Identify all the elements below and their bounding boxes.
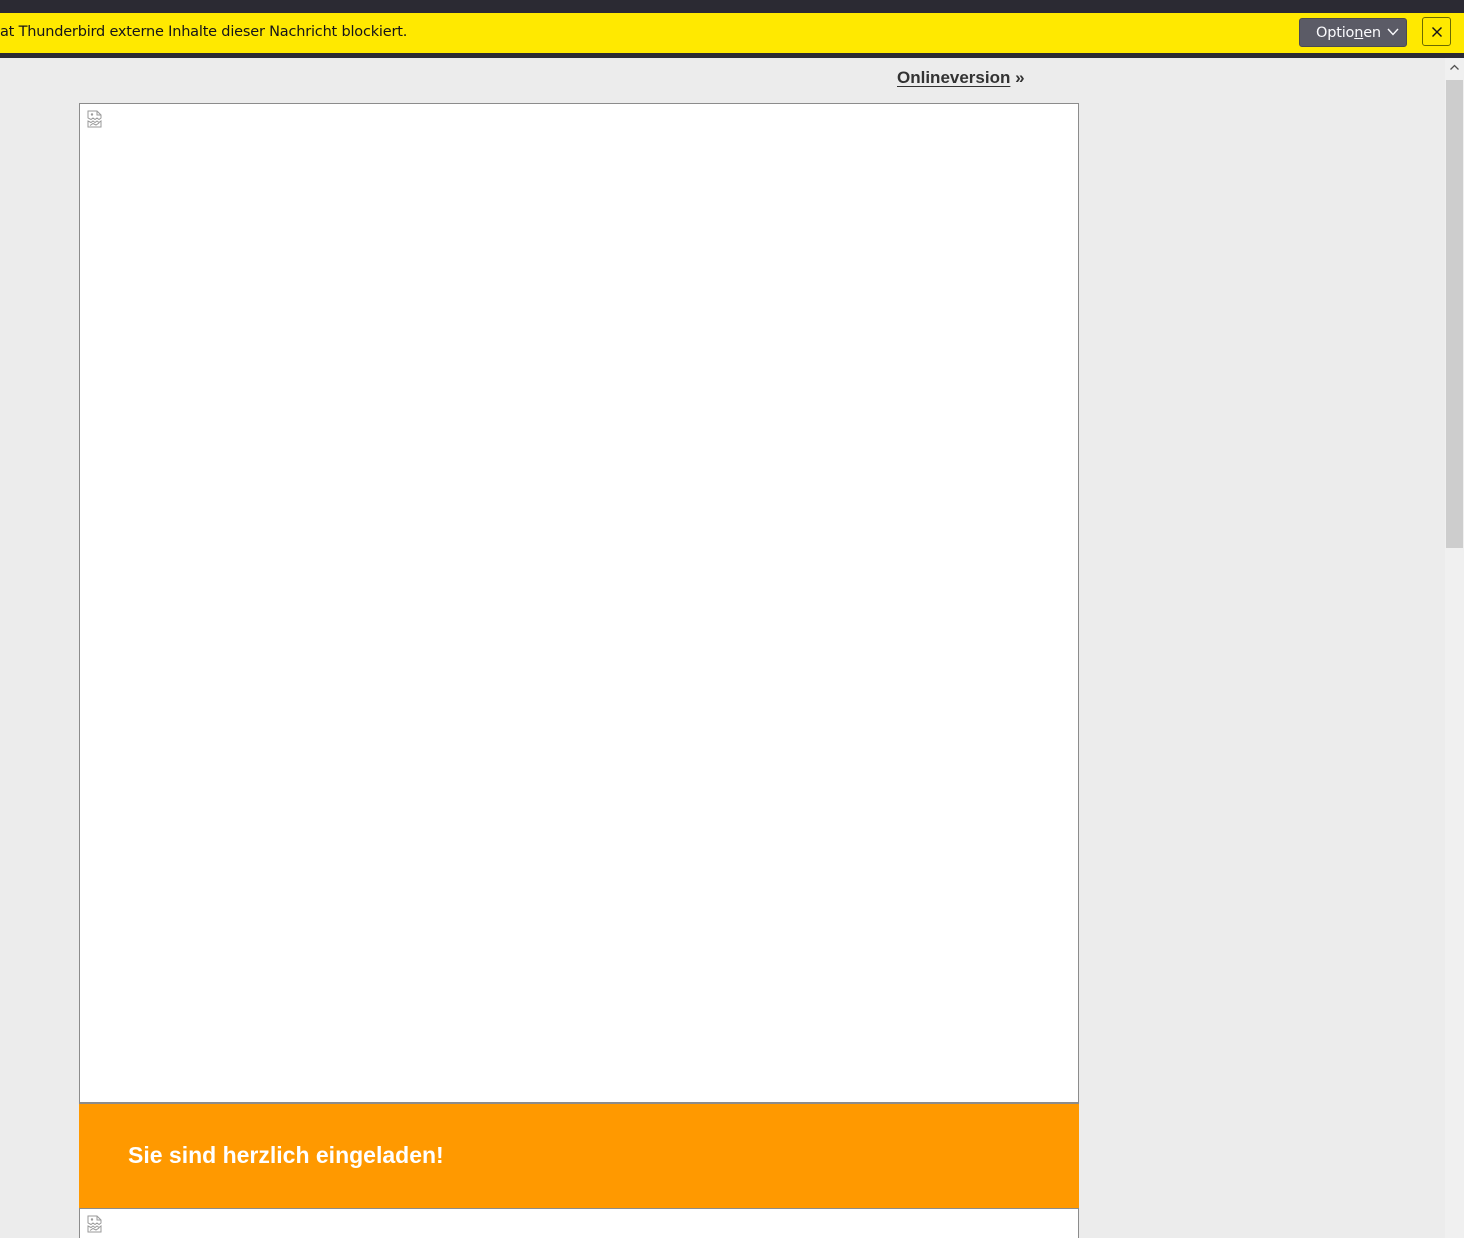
blocked-image-frame-2 <box>79 1209 1079 1238</box>
online-version-link[interactable]: Onlineversion <box>897 68 1010 87</box>
blocked-image-frame <box>79 103 1079 1103</box>
broken-image-icon <box>87 110 102 128</box>
online-version-suffix: » <box>1010 68 1025 87</box>
remote-content-notification-bar: at Thunderbird externe Inhalte dieser Na… <box>0 13 1464 58</box>
options-button-label: Optionen <box>1316 24 1381 41</box>
online-version-link-wrapper: Onlineversion » <box>897 68 1025 88</box>
window-top-bar <box>0 0 1464 13</box>
scrollbar-thumb[interactable] <box>1446 80 1463 548</box>
notification-message: at Thunderbird externe Inhalte dieser Na… <box>0 24 408 40</box>
chevron-down-icon <box>1387 28 1399 36</box>
close-notification-button[interactable] <box>1422 17 1451 46</box>
invitation-banner: Sie sind herzlich eingeladen! <box>79 1103 1079 1209</box>
message-body: Onlineversion » Sie sind herzlich eingel… <box>0 58 1445 1238</box>
options-button[interactable]: Optionen <box>1299 18 1407 47</box>
broken-image-icon <box>87 1215 102 1233</box>
vertical-scrollbar[interactable] <box>1445 58 1464 1238</box>
chevron-up-icon[interactable] <box>1449 62 1460 73</box>
banner-heading: Sie sind herzlich eingeladen! <box>128 1142 444 1168</box>
close-icon <box>1431 26 1442 37</box>
